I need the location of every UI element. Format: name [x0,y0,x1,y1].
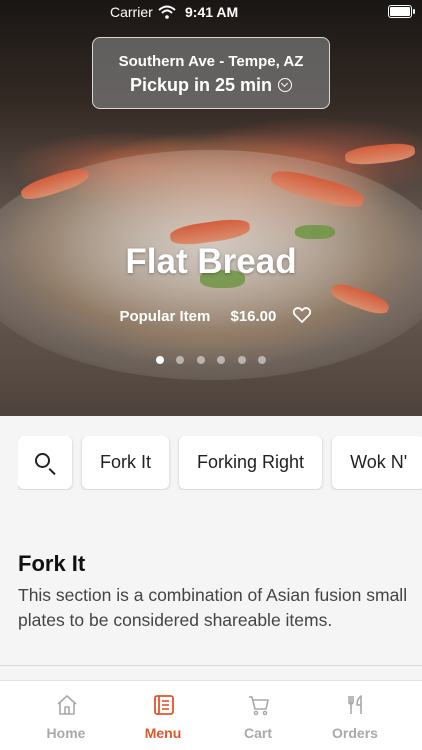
tab-label: Orders [332,725,378,741]
category-chip[interactable]: Fork It [82,436,170,489]
category-chip[interactable]: Forking Right [179,436,323,489]
crab-stick [268,166,367,212]
search-icon [35,453,50,468]
carousel-dot[interactable] [176,356,185,364]
tab-bar: Home Menu Cart Orders [0,680,422,750]
heart-icon[interactable] [292,307,311,323]
cart-icon [249,696,269,716]
carrier-label: Carrier [110,4,153,20]
featured-item-title: Flat Bread [125,242,297,281]
menu-icon [154,695,174,715]
crab-stick [344,141,416,167]
featured-price: $16.00 [230,308,277,325]
carousel-dot[interactable] [258,356,267,364]
carousel-dot[interactable] [237,356,246,364]
home-icon [57,695,77,715]
tab-label: Cart [243,725,272,741]
clock: 9:41 AM [185,4,239,20]
section-title: Fork It [18,551,86,576]
battery-icon [388,5,415,18]
search-button[interactable] [18,436,72,489]
tab-home[interactable]: Home [21,681,111,750]
popular-tag: Popular Item [119,308,211,325]
tab-menu[interactable]: Menu [118,681,208,750]
status-bar: Carrier 9:41 AM [0,0,422,24]
carousel-dots[interactable] [0,351,422,369]
location-selector[interactable]: Southern Ave - Tempe, AZ Pickup in 25 mi… [92,37,330,109]
chevron-down-icon [278,78,293,92]
tab-label: Home [46,725,86,741]
tab-cart[interactable]: Cart [213,681,303,750]
carousel-dot[interactable] [217,356,226,364]
wifi-icon [158,5,176,19]
tab-orders[interactable]: Orders [310,681,400,750]
carousel-dot[interactable] [196,356,205,364]
category-chip[interactable]: Wok N' [332,436,422,489]
category-bar[interactable]: Fork It Forking Right Wok N' [18,436,422,490]
featured-item-meta: Popular Item $16.00 [0,305,422,325]
avocado-slice [295,225,335,239]
divider [0,665,422,666]
pickup-time: Pickup in 25 min [93,75,329,96]
tab-label: Menu [144,725,182,741]
pickup-label: Pickup in 25 min [129,75,273,95]
location-name: Southern Ave - Tempe, AZ [118,53,304,70]
carousel-dot[interactable] [155,356,164,364]
orders-icon [348,695,362,714]
section-description: This section is a combination of Asian f… [18,585,408,630]
crab-stick [18,164,92,204]
